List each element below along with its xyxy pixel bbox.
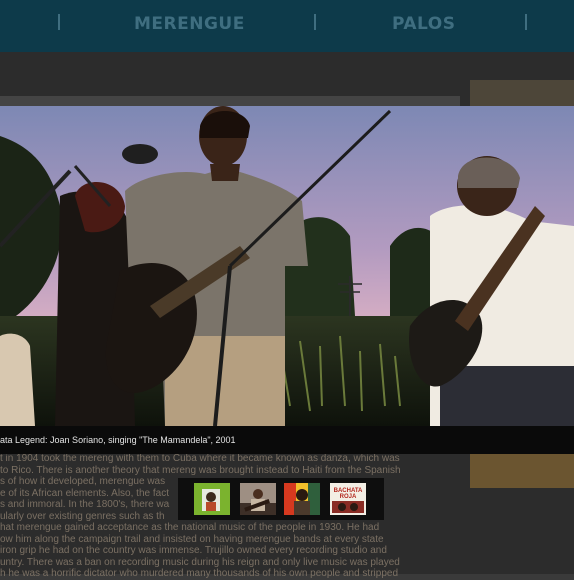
article-line: t in 1904 took the mereng with them to C… [0,453,400,464]
album-cover-icon [194,483,230,515]
nav-separator [58,14,60,30]
top-navigation: MERENGUE PALOS [0,0,574,52]
band-photo-icon [284,483,320,515]
nav-item-merengue[interactable]: MERENGUE [134,14,245,34]
article-line: hat merengue gained acceptance as the na… [0,522,380,533]
nav-separator [314,14,316,30]
thumbnail-3[interactable] [284,483,320,515]
thumbnail-4[interactable]: BACHATA ROJA [330,483,366,515]
bachata-roja-cover-icon: BACHATA ROJA [330,483,366,515]
thumbnail-2[interactable] [240,483,276,515]
article-line: ow him along the campaign trail and insi… [0,533,384,545]
article-heading-dimmed [0,96,460,106]
concert-photo [0,106,574,426]
article-line: to Rico. There is another theory that me… [0,464,401,476]
performer-photo-icon [240,483,276,515]
thumbnail-strip: BACHATA ROJA [178,478,384,520]
nav-separator [525,14,527,30]
thumbnail-4-title-word: ROJA [340,494,357,500]
lightbox-photo[interactable] [0,106,574,426]
photo-caption: ata Legend: Joan Soriano, singing "The M… [0,435,236,445]
article-line: untry. There was a ban on recording musi… [0,556,400,568]
article-line: iron grip he had on the country was imme… [0,545,387,556]
sidebar-ad [470,452,574,488]
thumbnail-1[interactable] [194,483,230,515]
nav-item-palos[interactable]: PALOS [392,14,455,34]
